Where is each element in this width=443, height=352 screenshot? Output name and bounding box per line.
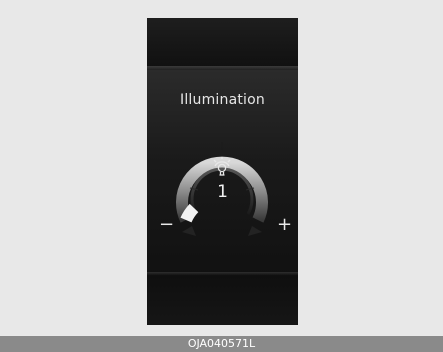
figure-code-bar: OJA040571L (0, 336, 443, 352)
illumination-level: 1 (217, 182, 228, 202)
increase-button[interactable]: + (277, 216, 292, 234)
cluster-display: Illumination 1 − + (147, 18, 298, 325)
display-bottom-band (147, 276, 298, 325)
dial-level-indicator (180, 203, 199, 223)
panel-title: Illumination (180, 92, 265, 108)
decrease-button[interactable]: − (159, 216, 174, 234)
figure-background: Illumination 1 − + (0, 0, 443, 335)
figure-code: OJA040571L (187, 337, 256, 350)
display-top-band (147, 18, 298, 68)
